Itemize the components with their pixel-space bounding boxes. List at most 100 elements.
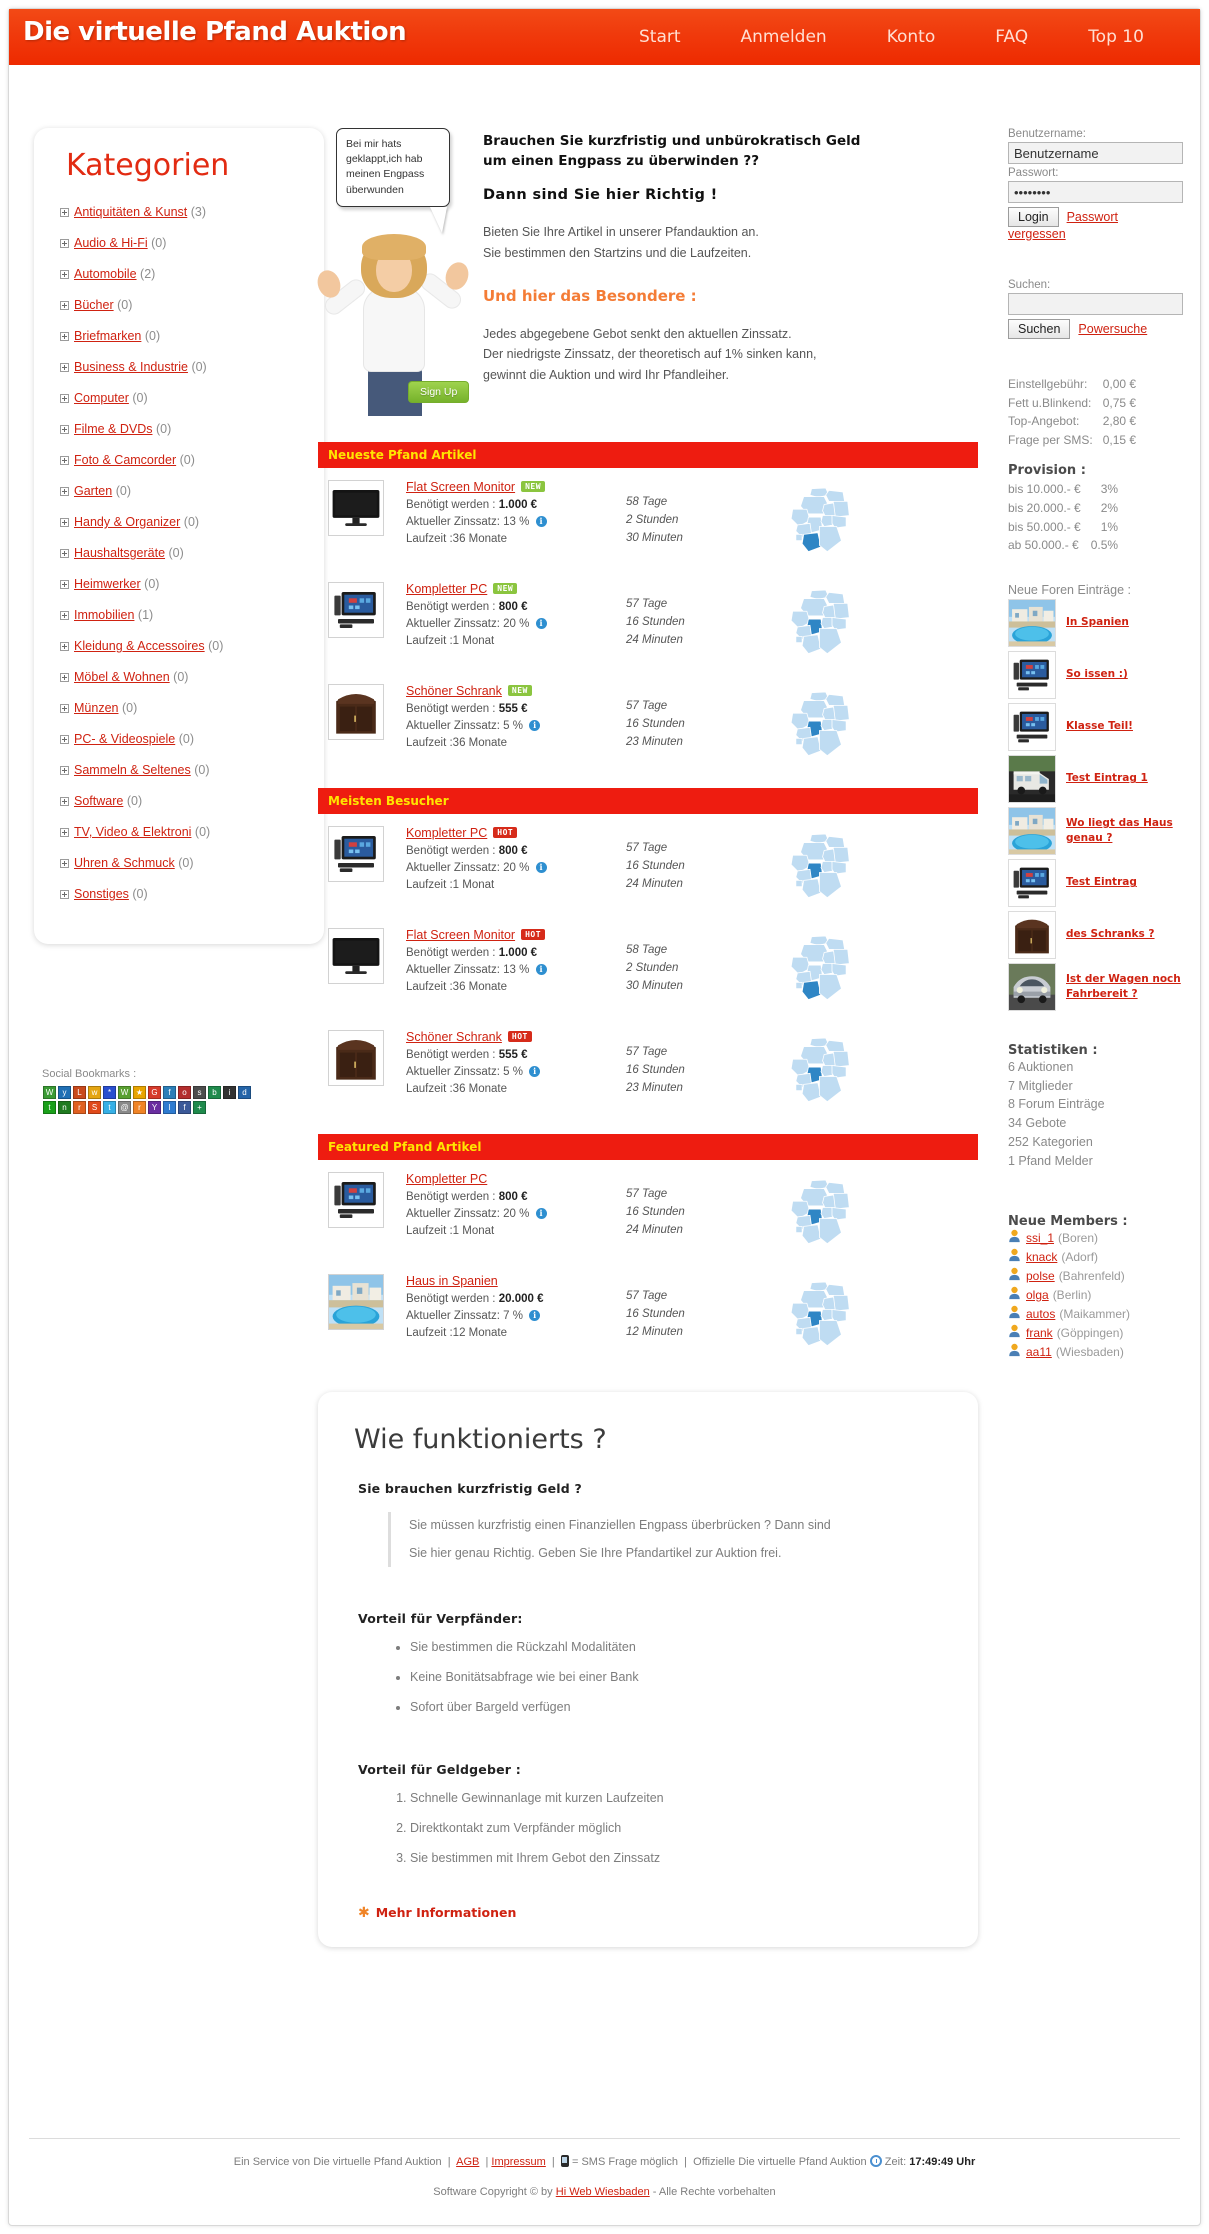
expand-plus-icon[interactable] — [60, 890, 69, 900]
member-name-link[interactable]: ssi_1 — [1026, 1231, 1054, 1245]
technorati-icon[interactable]: t — [43, 1101, 56, 1114]
forum-thumbnail[interactable] — [1008, 806, 1056, 855]
item-thumbnail[interactable] — [328, 1172, 384, 1228]
category-link[interactable]: TV, Video & Elektroni — [74, 825, 191, 839]
linkarena-icon[interactable]: L — [73, 1086, 86, 1099]
category-link[interactable]: Sonstiges — [74, 887, 129, 901]
delicious-icon[interactable]: * — [103, 1086, 116, 1099]
nav-item-top10[interactable]: Top 10 — [1058, 27, 1174, 47]
category-item[interactable]: Handy & Organizer (0) — [60, 515, 302, 529]
search-button[interactable]: Suchen — [1008, 319, 1071, 339]
member-name-link[interactable]: polse — [1026, 1269, 1055, 1283]
expand-plus-icon[interactable] — [60, 270, 69, 280]
category-link[interactable]: Filme & DVDs — [74, 422, 152, 436]
expand-plus-icon[interactable] — [60, 425, 69, 435]
forgot-password-link[interactable]: Passwort — [1067, 210, 1118, 224]
item-title-link[interactable]: Kompletter PC — [406, 582, 487, 596]
footer-agb-link[interactable]: AGB — [456, 2156, 479, 2168]
item-title-link[interactable]: Kompletter PC — [406, 826, 487, 840]
category-link[interactable]: Kleidung & Accessoires — [74, 639, 205, 653]
auction-item-row[interactable]: Schöner Schrank NEW Benötigt werden : 555 … — [318, 672, 978, 774]
nav-item-konto[interactable]: Konto — [857, 27, 966, 47]
power-search-link[interactable]: Powersuche — [1078, 322, 1147, 336]
category-item[interactable]: Briefmarken (0) — [60, 329, 302, 343]
member-name-link[interactable]: frank — [1026, 1326, 1053, 1340]
forum-entry[interactable]: des Schranks ? — [1008, 910, 1188, 959]
category-link[interactable]: Audio & Hi-Fi — [74, 236, 148, 250]
category-link[interactable]: Briefmarken — [74, 329, 141, 343]
forum-thumbnail[interactable] — [1008, 910, 1056, 959]
item-thumbnail[interactable] — [328, 582, 384, 638]
category-item[interactable]: Filme & DVDs (0) — [60, 422, 302, 436]
category-link[interactable]: Handy & Organizer — [74, 515, 180, 529]
forum-entry-link[interactable]: So issen :) — [1066, 667, 1128, 682]
category-item[interactable]: Foto & Camcorder (0) — [60, 453, 302, 467]
info-icon[interactable]: i — [529, 1066, 541, 1077]
item-title-link[interactable]: Flat Screen Monitor — [406, 480, 515, 494]
rss-icon[interactable]: r — [133, 1101, 146, 1114]
category-item[interactable]: TV, Video & Elektroni (0) — [60, 825, 302, 839]
category-link[interactable]: Computer — [74, 391, 129, 405]
info-icon[interactable]: i — [535, 516, 547, 527]
expand-plus-icon[interactable] — [60, 735, 69, 745]
nav-item-faq[interactable]: FAQ — [965, 27, 1058, 47]
category-item[interactable]: Software (0) — [60, 794, 302, 808]
member-row[interactable]: ssi_1 (Boren) — [1008, 1229, 1188, 1246]
category-link[interactable]: Möbel & Wohnen — [74, 670, 170, 684]
folkd-icon[interactable]: f — [163, 1086, 176, 1099]
login-button[interactable]: Login — [1008, 207, 1059, 227]
username-input[interactable] — [1008, 142, 1183, 164]
expand-plus-icon[interactable] — [60, 363, 69, 373]
member-name-link[interactable]: olga — [1026, 1288, 1049, 1302]
forum-entry[interactable]: In Spanien — [1008, 598, 1188, 647]
category-item[interactable]: Automobile (2) — [60, 267, 302, 281]
forum-entry[interactable]: Klasse Teil! — [1008, 702, 1188, 751]
wikio-icon[interactable]: W — [118, 1086, 131, 1099]
expand-plus-icon[interactable] — [60, 301, 69, 311]
expand-plus-icon[interactable] — [60, 580, 69, 590]
forum-thumbnail[interactable] — [1008, 858, 1056, 907]
expand-plus-icon[interactable] — [60, 642, 69, 652]
category-item[interactable]: Heimwerker (0) — [60, 577, 302, 591]
forgot-password-link-2[interactable]: vergessen — [1008, 227, 1066, 241]
digg-icon[interactable]: d — [238, 1086, 251, 1099]
forum-entry[interactable]: Wo liegt das Haus genau ? — [1008, 806, 1188, 855]
info-icon[interactable]: i — [529, 720, 541, 731]
expand-plus-icon[interactable] — [60, 332, 69, 342]
seekxl-icon[interactable]: s — [193, 1086, 206, 1099]
category-item[interactable]: Münzen (0) — [60, 701, 302, 715]
auction-item-row[interactable]: Flat Screen Monitor NEW Benötigt werden : … — [318, 468, 978, 570]
expand-plus-icon[interactable] — [60, 611, 69, 621]
category-item[interactable]: Kleidung & Accessoires (0) — [60, 639, 302, 653]
webnews-icon[interactable]: w — [88, 1086, 101, 1099]
forum-entry[interactable]: Test Eintrag — [1008, 858, 1188, 907]
item-thumbnail[interactable] — [328, 1274, 384, 1330]
mail-icon[interactable]: @ — [118, 1101, 131, 1114]
category-item[interactable]: Haushaltsgeräte (0) — [60, 546, 302, 560]
category-link[interactable]: Garten — [74, 484, 112, 498]
auction-item-row[interactable]: Kompletter PC NEW Benötigt werden : 800 € A… — [318, 570, 978, 672]
expand-plus-icon[interactable] — [60, 549, 69, 559]
item-thumbnail[interactable] — [328, 826, 384, 882]
nav-item-start[interactable]: Start — [609, 27, 711, 47]
more-information-link[interactable]: ✱ Mehr Informationen — [358, 1905, 956, 1921]
info-icon[interactable]: i — [535, 862, 547, 873]
forum-entry-link[interactable]: Wo liegt das Haus genau ? — [1066, 816, 1188, 845]
member-row[interactable]: frank (Göppingen) — [1008, 1324, 1188, 1341]
expand-plus-icon[interactable] — [60, 828, 69, 838]
category-link[interactable]: Sammeln & Seltenes — [74, 763, 191, 777]
category-item[interactable]: Business & Industrie (0) — [60, 360, 302, 374]
search-input[interactable] — [1008, 293, 1183, 315]
member-row[interactable]: polse (Bahrenfeld) — [1008, 1267, 1188, 1284]
yahoo-icon[interactable]: Y — [148, 1101, 161, 1114]
forum-thumbnail[interactable] — [1008, 754, 1056, 803]
auction-item-row[interactable]: Kompletter PC HOT Benötigt werden : 800 € A… — [318, 814, 978, 916]
favoriten-icon[interactable]: ★ — [133, 1086, 146, 1099]
footer-impressum-link[interactable]: Impressum — [491, 2156, 545, 2168]
forum-entry-link[interactable]: Test Eintrag 1 — [1066, 771, 1148, 786]
item-thumbnail[interactable] — [328, 480, 384, 536]
expand-plus-icon[interactable] — [60, 704, 69, 714]
footer-copyright-link[interactable]: Hi Web Wiesbaden — [556, 2186, 650, 2198]
sign-up-button[interactable]: Sign Up — [408, 381, 470, 403]
expand-plus-icon[interactable] — [60, 239, 69, 249]
